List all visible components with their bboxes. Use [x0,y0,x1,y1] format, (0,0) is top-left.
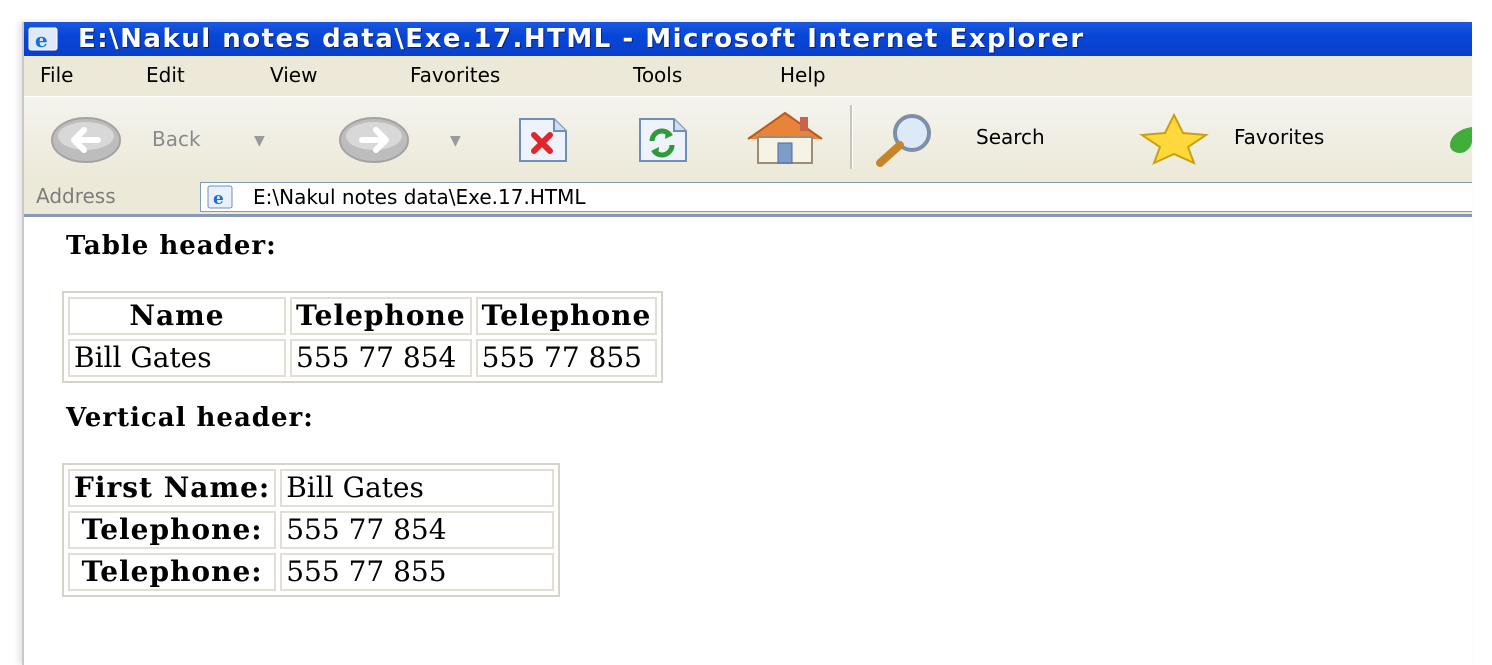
menu-file[interactable]: File [40,63,73,87]
table-cell: 555 77 855 [280,553,555,591]
svg-text:e: e [35,28,48,52]
table-cell: 555 77 855 [475,339,658,377]
table-row: Telephone: 555 77 855 [68,553,555,591]
page-content: Table header: Name Telephone Telephone B… [24,217,1472,665]
table-header-title: Table header: [66,231,277,261]
row-header-cell: First Name: [68,469,277,507]
search-label: Search [976,125,1045,149]
favorites-icon [1139,113,1209,165]
home-icon[interactable] [742,109,828,167]
toolbar: Back ▼ ▼ Search Favorites [24,96,1472,181]
forward-icon [339,117,409,163]
table-header-row: Name Telephone Telephone [68,297,658,335]
menu-bar: File Edit View Favorites Tools Help [24,56,1472,96]
table-row: Bill Gates 555 77 854 555 77 855 [68,339,658,377]
address-bar: Address e E:\Nakul notes data\Exe.17.HTM… [24,180,1472,217]
forward-button[interactable]: ▼ [324,107,464,167]
favorites-label: Favorites [1234,125,1325,149]
browser-window: e E:\Nakul notes data\Exe.17.HTML - Micr… [22,22,1472,665]
menu-help[interactable]: Help [780,63,826,87]
search-icon [876,114,931,167]
favorites-button[interactable]: Favorites [1134,107,1414,167]
stop-icon[interactable] [516,115,570,165]
table-header-cell: Telephone [475,297,658,335]
back-label: Back [152,127,201,151]
forward-dropdown-icon: ▼ [450,133,461,149]
address-field[interactable]: e E:\Nakul notes data\Exe.17.HTML [200,182,1472,212]
ie-icon: e [28,27,58,52]
menu-tools[interactable]: Tools [633,63,682,87]
menu-view[interactable]: View [270,63,317,87]
title-bar: e E:\Nakul notes data\Exe.17.HTML - Micr… [24,22,1472,56]
menu-edit[interactable]: Edit [146,63,185,87]
back-icon [51,117,121,163]
vertical-header-table: First Name: Bill Gates Telephone: 555 77… [62,463,561,597]
page-icon: e [207,185,233,209]
table-header-cell: Telephone [290,297,472,335]
address-label: Address [36,184,116,208]
vertical-header-title: Vertical header: [66,403,314,433]
back-dropdown-icon: ▼ [254,133,265,149]
table-row: Telephone: 555 77 854 [68,511,555,549]
window-title: E:\Nakul notes data\Exe.17.HTML - Micros… [78,24,1085,54]
table-cell: Bill Gates [280,469,555,507]
search-button[interactable]: Search [872,107,1098,167]
table-cell: 555 77 854 [280,511,555,549]
toolbar-separator [850,105,853,169]
address-value[interactable]: E:\Nakul notes data\Exe.17.HTML [253,185,586,209]
table-cell: 555 77 854 [290,339,472,377]
row-header-cell: Telephone: [68,511,277,549]
row-header-cell: Telephone: [68,553,277,591]
svg-text:e: e [213,189,224,209]
back-button[interactable]: Back ▼ [34,107,265,167]
refresh-icon[interactable] [636,115,690,165]
menu-favorites[interactable]: Favorites [410,63,500,87]
media-icon[interactable] [1446,123,1472,157]
horizontal-header-table: Name Telephone Telephone Bill Gates 555 … [62,291,664,383]
table-cell: Bill Gates [68,339,286,377]
table-header-cell: Name [68,297,286,335]
table-row: First Name: Bill Gates [68,469,555,507]
